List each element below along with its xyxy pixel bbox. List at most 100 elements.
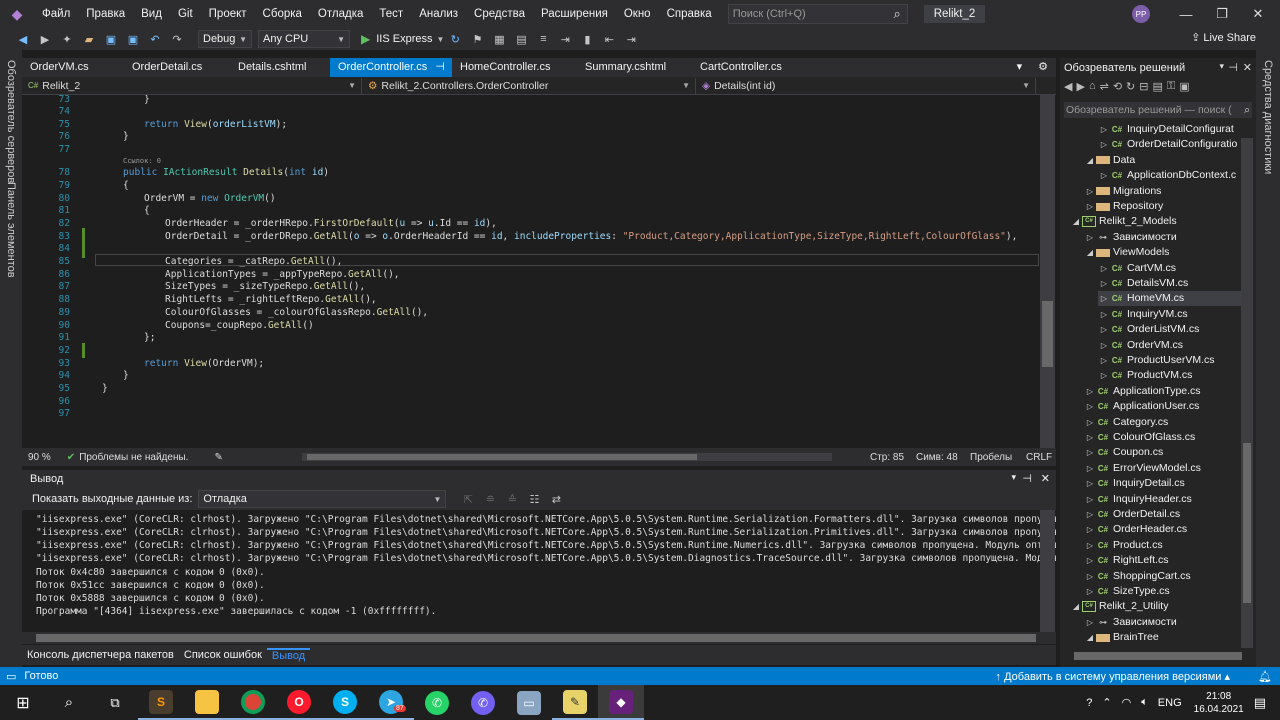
visual-studio-logo-icon[interactable]: ◆ — [8, 5, 26, 23]
tree-item[interactable]: ▷ C# OrderHeader.cs — [1084, 522, 1242, 537]
expand-chevron-icon[interactable]: ◢ — [1070, 599, 1082, 614]
run-icon[interactable]: ▶ — [361, 32, 370, 46]
expand-chevron-icon[interactable]: ▷ — [1084, 553, 1096, 568]
tree-item[interactable]: ▷ C# ApplicationUser.cs — [1084, 399, 1242, 414]
expand-chevron-icon[interactable]: ▷ — [1098, 276, 1110, 291]
tree-item[interactable]: ▷ C# InquiryDetail.cs — [1084, 476, 1242, 491]
tab-cartcontroller[interactable]: CartController.cs — [692, 58, 812, 77]
back-icon[interactable]: ◀ — [1064, 80, 1072, 93]
output-horizontal-scrollbar[interactable] — [22, 632, 1056, 644]
tree-item[interactable]: ▷ C# ApplicationDbContext.c — [1098, 168, 1242, 183]
live-share-button[interactable]: ⇪ Live Share — [1191, 31, 1256, 44]
wifi-icon[interactable]: ◠ — [1122, 696, 1132, 709]
tab-ordercontroller[interactable]: OrderController.cs⊣✕ — [330, 58, 452, 77]
avatar[interactable]: PP — [1132, 5, 1150, 23]
properties-icon[interactable]: ⚿ — [1167, 80, 1175, 93]
taskbar-explorer[interactable] — [184, 685, 230, 720]
expand-chevron-icon[interactable]: ◢ — [1084, 630, 1096, 645]
class-dropdown[interactable]: ⚙ Relikt_2.Controllers.OrderController ▼ — [362, 77, 696, 94]
expand-chevron-icon[interactable]: ◢ — [1084, 153, 1096, 168]
tree-item[interactable]: ◢ C# Relikt_2_Models — [1070, 214, 1242, 229]
taskbar-screenshot-tool[interactable]: ▭ — [506, 685, 552, 720]
tree-item[interactable]: ▷ C# OrderListVM.cs — [1098, 322, 1242, 337]
bookmark-icon[interactable]: ▮ — [578, 30, 596, 48]
output-text[interactable]: "iisexpress.exe" (CoreCLR: clrhost). Заг… — [22, 510, 1056, 632]
server-explorer-tab[interactable]: Обозреватель серверов — [5, 60, 17, 183]
menu-window[interactable]: Окно — [616, 0, 659, 28]
brush-icon[interactable]: ✎ — [214, 452, 222, 463]
show-all-files-icon[interactable]: ▤ — [1152, 80, 1162, 93]
tree-item[interactable]: ▷ C# Coupon.cs — [1084, 445, 1242, 460]
tab-package-manager-console[interactable]: Консоль диспетчера пакетов — [22, 649, 179, 661]
find-message-icon[interactable]: ⇱ — [459, 490, 477, 508]
add-to-source-control-button[interactable]: ↑ Добавить в систему управления версиями… — [996, 670, 1230, 683]
search-input[interactable]: Поиск (Ctrl+Q) ⌕ — [727, 4, 908, 24]
tree-item[interactable]: ◢ ViewModels — [1084, 245, 1242, 260]
start-button[interactable]: ⊞ — [0, 685, 46, 720]
output-source-dropdown[interactable]: Отладка ▼ — [198, 490, 447, 508]
tree-item[interactable]: ▷ C# InquiryDetailConfigurat — [1098, 122, 1242, 137]
expand-chevron-icon[interactable]: ▷ — [1084, 615, 1096, 630]
help-icon[interactable]: ? — [1086, 697, 1092, 709]
undo-icon[interactable]: ↶ — [146, 30, 164, 48]
horizontal-scrollbar[interactable] — [1074, 652, 1242, 660]
tab-error-list[interactable]: Список ошибок — [179, 649, 267, 661]
expand-chevron-icon[interactable]: ▷ — [1084, 445, 1096, 460]
taskbar-viber[interactable]: ✆ — [460, 685, 506, 720]
menu-file[interactable]: Файл — [34, 0, 78, 28]
search-icon[interactable]: ⌕ — [1244, 102, 1250, 118]
solution-search-input[interactable]: Обозреватель решений — поиск (⌕ — [1064, 102, 1252, 118]
code-lens-references[interactable]: Ссылок: 0 — [123, 157, 161, 165]
vertical-scrollbar[interactable] — [1040, 510, 1055, 632]
tree-item[interactable]: ▷ C# ColourOfGlass.cs — [1084, 430, 1242, 445]
expand-chevron-icon[interactable]: ▷ — [1084, 384, 1096, 399]
clock[interactable]: 21:08 16.04.2021 — [1194, 690, 1244, 716]
expand-chevron-icon[interactable]: ▷ — [1098, 338, 1110, 353]
menu-edit[interactable]: Правка — [78, 0, 133, 28]
tree-item[interactable]: ▷ C# HomeVM.cs — [1098, 291, 1242, 307]
refresh-icon[interactable]: ↻ — [1126, 80, 1135, 93]
run-target-button[interactable]: IIS Express — [376, 33, 432, 45]
redo-icon[interactable]: ↷ — [168, 30, 186, 48]
tree-item[interactable]: ▷ C# RightLeft.cs — [1084, 553, 1242, 568]
issues-status[interactable]: Проблемы не найдены. — [79, 452, 188, 463]
taskbar-opera[interactable]: O — [276, 685, 322, 720]
layout-icon[interactable]: ▤ — [512, 30, 530, 48]
platform-dropdown[interactable]: Any CPU ▼ — [258, 30, 350, 48]
word-wrap-icon[interactable]: ⇄ — [547, 490, 565, 508]
expand-chevron-icon[interactable]: ▷ — [1098, 368, 1110, 383]
tab-homecontroller[interactable]: HomeController.cs — [452, 58, 577, 77]
menu-tools[interactable]: Средства — [466, 0, 533, 28]
tree-item[interactable]: ▷ ⊶ Зависимости — [1084, 615, 1242, 630]
expand-chevron-icon[interactable]: ▷ — [1084, 569, 1096, 584]
tab-ordervm[interactable]: OrderVM.cs — [22, 58, 124, 77]
tree-item[interactable]: ◢ Data — [1084, 153, 1242, 168]
tree-item[interactable]: ▷ C# ProductUserVM.cs — [1098, 353, 1242, 368]
member-dropdown[interactable]: ◈ Details(int id) ▼ — [696, 77, 1036, 94]
sync-icon[interactable]: ⇌ — [1100, 80, 1109, 93]
tree-item[interactable]: ▷ Migrations — [1084, 184, 1242, 199]
tree-item[interactable]: ▷ C# ProductVM.cs — [1098, 368, 1242, 383]
expand-chevron-icon[interactable]: ▷ — [1098, 307, 1110, 322]
line-ending[interactable]: CRLF — [1026, 452, 1052, 463]
expand-chevron-icon[interactable]: ▷ — [1084, 199, 1096, 214]
pin-icon[interactable]: ⊣ — [1022, 472, 1032, 485]
refresh-icon[interactable]: ↻ — [446, 30, 464, 48]
expand-chevron-icon[interactable]: ▷ — [1098, 261, 1110, 276]
tree-item[interactable]: ▷ Repository — [1084, 199, 1242, 214]
language-indicator[interactable]: ENG — [1158, 697, 1182, 709]
tree-item[interactable]: ▷ C# OrderVM.cs — [1098, 338, 1242, 353]
tree-item[interactable]: ▷ C# OrderDetail.cs — [1084, 507, 1242, 522]
configuration-dropdown[interactable]: Debug ▼ — [198, 30, 252, 48]
scrollbar-thumb[interactable] — [36, 634, 1036, 642]
tab-orderdetail[interactable]: OrderDetail.cs — [124, 58, 230, 77]
bookmark-next-icon[interactable]: ⇥ — [622, 30, 640, 48]
tray-expand-icon[interactable]: ⌃ — [1102, 696, 1111, 709]
expand-chevron-icon[interactable]: ▷ — [1098, 122, 1110, 137]
save-all-icon[interactable]: ▣ — [124, 30, 142, 48]
settings-icon[interactable]: ⚙ — [1030, 58, 1056, 77]
menu-debug[interactable]: Отладка — [310, 0, 371, 28]
menu-build[interactable]: Сборка — [255, 0, 310, 28]
expand-chevron-icon[interactable]: ▷ — [1084, 461, 1096, 476]
minimize-icon[interactable]: — — [1168, 0, 1204, 28]
